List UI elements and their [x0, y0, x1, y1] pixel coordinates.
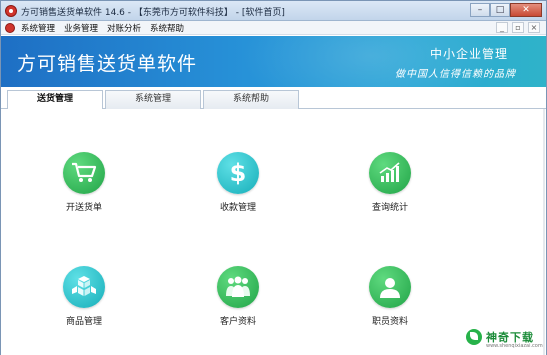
shopping-cart-icon [63, 152, 105, 194]
menu-item-business-management[interactable]: 业务管理 [64, 22, 98, 34]
tile-label: 客户资料 [219, 317, 256, 327]
tile-customer-info[interactable]: 客户资料 [193, 266, 283, 327]
tab-bar: 送货管理 系统管理 系统帮助 [1, 87, 546, 110]
mdi-restore-button[interactable]: ▫ [512, 22, 524, 33]
tile-employee-info[interactable]: 职员资料 [345, 266, 435, 327]
main-content: 开送货单 $ 收款管理 查询统计 商品管理 客户资料 职员资料 [1, 109, 546, 355]
tab-system-help[interactable]: 系统帮助 [203, 90, 299, 109]
leaf-logo-icon [466, 329, 482, 345]
close-button[interactable]: ✕ [510, 3, 542, 17]
title-bar[interactable]: 方可销售送货单软件 14.6 - 【东莞市方可软件科技】 - [软件首页] – … [1, 1, 546, 21]
employee-icon [369, 266, 411, 308]
tab-delivery-management[interactable]: 送货管理 [7, 90, 103, 110]
mdi-minimize-button[interactable]: _ [496, 22, 508, 33]
tile-product-management[interactable]: 商品管理 [39, 266, 129, 327]
menu-items: 系统管理 业务管理 对账分析 系统帮助 [21, 22, 184, 34]
mdi-close-button[interactable]: × [528, 22, 540, 33]
tile-label: 商品管理 [65, 317, 102, 327]
tile-label: 职员资料 [371, 317, 408, 327]
app-window: 方可销售送货单软件 14.6 - 【东莞市方可软件科技】 - [软件首页] – … [0, 0, 547, 355]
right-border [543, 109, 545, 355]
dollar-icon: $ [217, 152, 259, 194]
watermark-url: www.shenqixiazai.com [486, 343, 543, 349]
tab-system-management[interactable]: 系统管理 [105, 90, 201, 109]
window-title: 方可销售送货单软件 14.6 - 【东莞市方可软件科技】 - [软件首页] [21, 8, 285, 18]
menu-item-system-help[interactable]: 系统帮助 [150, 22, 184, 34]
banner-title: 方可销售送货单软件 [17, 53, 198, 75]
app-logo-icon [5, 5, 17, 17]
menu-item-system-management[interactable]: 系统管理 [21, 22, 55, 34]
menu-bar: 系统管理 业务管理 对账分析 系统帮助 _ ▫ × [1, 21, 546, 35]
window-controls: – □ ✕ [470, 3, 542, 17]
minimize-button[interactable]: – [470, 3, 490, 17]
banner-slogan-line2: 做中国人信得信赖的品牌 [395, 69, 516, 80]
tile-payment-management[interactable]: $ 收款管理 [193, 152, 283, 213]
chart-icon [369, 152, 411, 194]
maximize-button[interactable]: □ [490, 3, 510, 17]
header-banner: 方可销售送货单软件 中小企业管理 做中国人信得信赖的品牌 [1, 36, 546, 87]
menu-item-reconciliation[interactable]: 对账分析 [107, 22, 141, 34]
boxes-icon [63, 266, 105, 308]
banner-slogan-line1: 中小企业管理 [429, 47, 508, 61]
tile-label: 查询统计 [371, 203, 408, 213]
mdi-controls: _ ▫ × [496, 22, 540, 33]
tile-query-statistics[interactable]: 查询统计 [345, 152, 435, 213]
tile-create-delivery[interactable]: 开送货单 [39, 152, 129, 213]
menu-app-icon[interactable] [5, 23, 15, 33]
tile-label: 开送货单 [65, 203, 102, 213]
tile-label: 收款管理 [219, 203, 256, 213]
watermark: 神奇下载 www.shenqixiazai.com [460, 326, 543, 349]
customers-icon [217, 266, 259, 308]
svg-text:$: $ [230, 159, 247, 187]
